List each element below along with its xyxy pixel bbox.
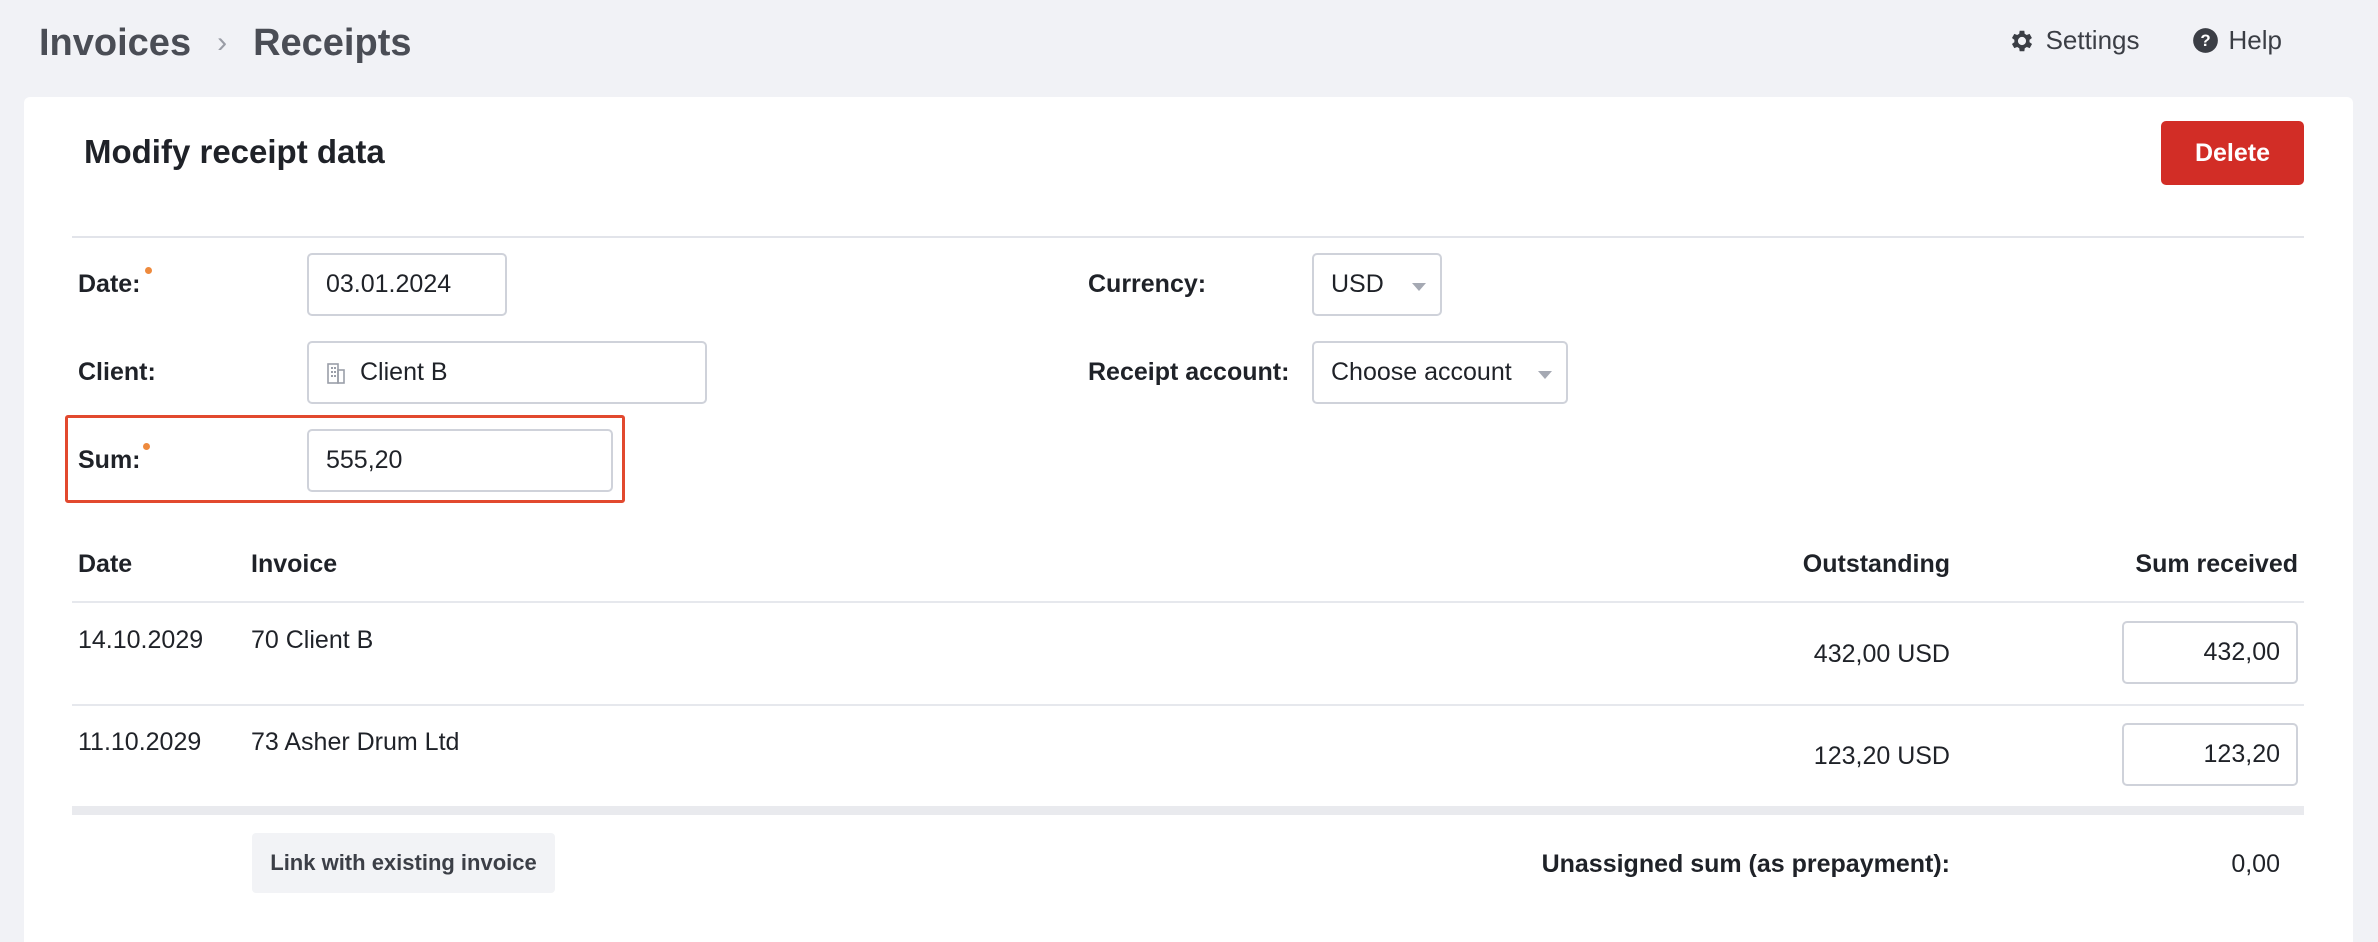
row-date: 11.10.2029 — [78, 728, 202, 756]
date-label: Date: — [78, 270, 141, 298]
settings-label: Settings — [2045, 25, 2140, 55]
header-divider — [72, 236, 2304, 238]
help-link[interactable]: ? Help — [2192, 25, 2282, 56]
row-sum-received-input[interactable]: 123,20 — [2122, 723, 2298, 786]
receipt-account-label: Receipt account: — [1088, 358, 1290, 386]
row-outstanding: 432,00 USD — [1813, 640, 1950, 668]
date-input-value: 03.01.2024 — [326, 270, 452, 298]
top-bar: Invoices › Receipts Settings ? Help — [0, 0, 2378, 96]
row-sum-received-input[interactable]: 432,00 — [2122, 621, 2298, 684]
row-outstanding: 123,20 USD — [1813, 742, 1950, 770]
currency-select[interactable]: USD — [1312, 253, 1442, 316]
settings-link[interactable]: Settings — [2008, 25, 2140, 56]
row-date: 14.10.2029 — [78, 626, 204, 654]
chevron-down-icon — [1412, 283, 1426, 291]
receipt-card — [24, 97, 2353, 942]
column-header-sum-received: Sum received — [2135, 550, 2298, 578]
currency-select-value: USD — [1331, 270, 1384, 298]
unassigned-sum-label: Unassigned sum (as prepayment): — [1541, 850, 1950, 878]
client-field[interactable]: Client B — [307, 341, 707, 404]
unassigned-sum-value: 0,00 — [2231, 850, 2280, 878]
link-existing-invoice-button[interactable]: Link with existing invoice — [252, 833, 555, 893]
currency-label: Currency: — [1088, 270, 1207, 298]
receipt-account-select-value: Choose account — [1331, 358, 1512, 386]
receipt-account-select[interactable]: Choose account — [1312, 341, 1568, 404]
client-label: Client: — [78, 358, 156, 386]
delete-button[interactable]: Delete — [2161, 121, 2304, 185]
date-required-indicator — [145, 267, 152, 274]
row-sum-received-value: 432,00 — [2203, 638, 2280, 666]
date-input[interactable]: 03.01.2024 — [307, 253, 507, 316]
table-header-divider — [72, 601, 2304, 603]
row-sum-received-value: 123,20 — [2203, 740, 2280, 768]
breadcrumb-invoices[interactable]: Invoices — [39, 22, 191, 65]
help-icon: ? — [2192, 28, 2218, 53]
breadcrumb-separator: › — [217, 25, 228, 59]
gear-icon — [2011, 30, 2032, 51]
page-title: Modify receipt data — [84, 133, 385, 170]
column-header-date: Date — [78, 550, 133, 578]
column-header-invoice: Invoice — [251, 550, 338, 578]
sum-input[interactable]: 555,20 — [307, 429, 613, 492]
row-invoice-link[interactable]: 70 Client B — [251, 626, 373, 655]
row-invoice-link[interactable]: 73 Asher Drum Ltd — [251, 728, 459, 757]
client-field-value: Client B — [360, 358, 448, 386]
svg-text:?: ? — [2200, 31, 2210, 50]
breadcrumb: Invoices › Receipts — [39, 22, 411, 65]
top-actions: Settings ? Help — [1956, 25, 2282, 56]
sum-label: Sum: — [78, 446, 141, 474]
chevron-down-icon — [1538, 371, 1552, 379]
sum-required-indicator — [143, 443, 150, 450]
breadcrumb-receipts: Receipts — [253, 22, 412, 64]
column-header-outstanding: Outstanding — [1802, 550, 1950, 578]
building-icon — [327, 362, 345, 384]
sum-input-value: 555,20 — [326, 446, 403, 474]
table-footer-divider — [72, 806, 2304, 815]
help-label: Help — [2228, 25, 2282, 55]
table-row-divider — [72, 704, 2304, 706]
